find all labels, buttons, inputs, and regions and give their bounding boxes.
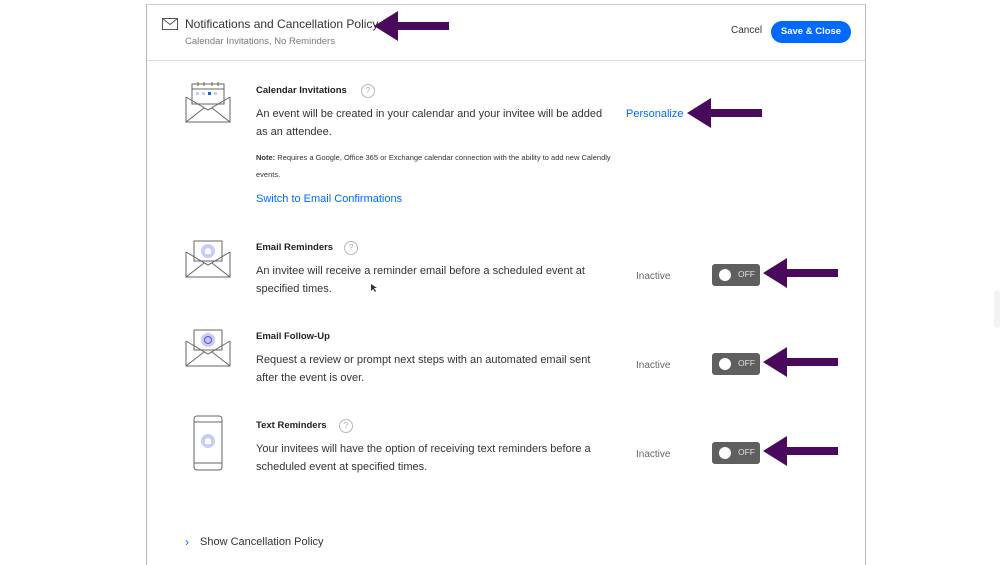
arrow-left-icon bbox=[763, 347, 838, 377]
panel-header: Notifications and Cancellation Policy Ca… bbox=[147, 5, 865, 61]
cursor-icon bbox=[371, 284, 377, 292]
text-reminders-toggle[interactable]: OFF bbox=[712, 442, 760, 464]
help-icon[interactable]: ? bbox=[361, 84, 375, 98]
calendar-invitations-description: An event will be created in your calenda… bbox=[256, 108, 603, 138]
toggle-label: OFF bbox=[738, 358, 755, 368]
email-followup-status: Inactive bbox=[636, 360, 671, 371]
note-label: Note: bbox=[256, 153, 276, 162]
page-subtitle: Calendar Invitations, No Reminders bbox=[185, 36, 335, 47]
cancel-button[interactable]: Cancel bbox=[731, 25, 762, 36]
email-reminders-description: An invitee will receive a reminder email… bbox=[256, 265, 585, 295]
note-text: Requires a Google, Office 365 or Exchang… bbox=[256, 153, 611, 179]
text-reminders-status: Inactive bbox=[636, 449, 671, 460]
bell-envelope-icon bbox=[185, 240, 231, 278]
refresh-envelope-icon bbox=[185, 329, 231, 367]
arrow-left-icon bbox=[374, 11, 449, 41]
switch-to-email-confirmations-link[interactable]: Switch to Email Confirmations bbox=[256, 193, 402, 205]
toggle-knob bbox=[719, 358, 731, 370]
save-close-button[interactable]: Save & Close bbox=[771, 21, 851, 43]
help-icon[interactable]: ? bbox=[339, 419, 353, 433]
email-followup-description: Request a review or prompt next steps wi… bbox=[256, 354, 591, 384]
calendar-envelope-icon bbox=[185, 82, 231, 123]
envelope-icon bbox=[162, 18, 178, 30]
calendar-invitations-note: Note: Requires a Google, Office 365 or E… bbox=[256, 149, 626, 183]
arrow-left-icon bbox=[763, 436, 838, 466]
email-followup-toggle[interactable]: OFF bbox=[712, 353, 760, 375]
text-reminders-title: Text Reminders bbox=[256, 420, 327, 431]
email-reminders-toggle[interactable]: OFF bbox=[712, 264, 760, 286]
toggle-label: OFF bbox=[738, 447, 755, 457]
toggle-knob bbox=[719, 269, 731, 281]
help-icon[interactable]: ? bbox=[344, 241, 358, 255]
personalize-link[interactable]: Personalize bbox=[626, 108, 683, 120]
arrow-left-icon bbox=[763, 258, 838, 288]
text-reminders-description: Your invitees will have the option of re… bbox=[256, 443, 591, 473]
show-cancellation-policy-link[interactable]: Show Cancellation Policy bbox=[200, 536, 324, 548]
email-reminders-title: Email Reminders bbox=[256, 242, 334, 253]
notifications-panel: Notifications and Cancellation Policy Ca… bbox=[146, 4, 866, 565]
email-followup-title: Email Follow-Up bbox=[256, 331, 330, 342]
page-title: Notifications and Cancellation Policy bbox=[185, 17, 379, 31]
email-reminders-status: Inactive bbox=[636, 271, 671, 282]
phone-bell-icon bbox=[193, 415, 223, 471]
arrow-left-icon bbox=[687, 98, 762, 128]
toggle-knob bbox=[719, 447, 731, 459]
scrollbar-thumb[interactable] bbox=[994, 290, 1000, 328]
calendar-invitations-title: Calendar Invitations bbox=[256, 85, 347, 96]
toggle-label: OFF bbox=[738, 269, 755, 279]
chevron-right-icon[interactable]: › bbox=[185, 535, 189, 549]
